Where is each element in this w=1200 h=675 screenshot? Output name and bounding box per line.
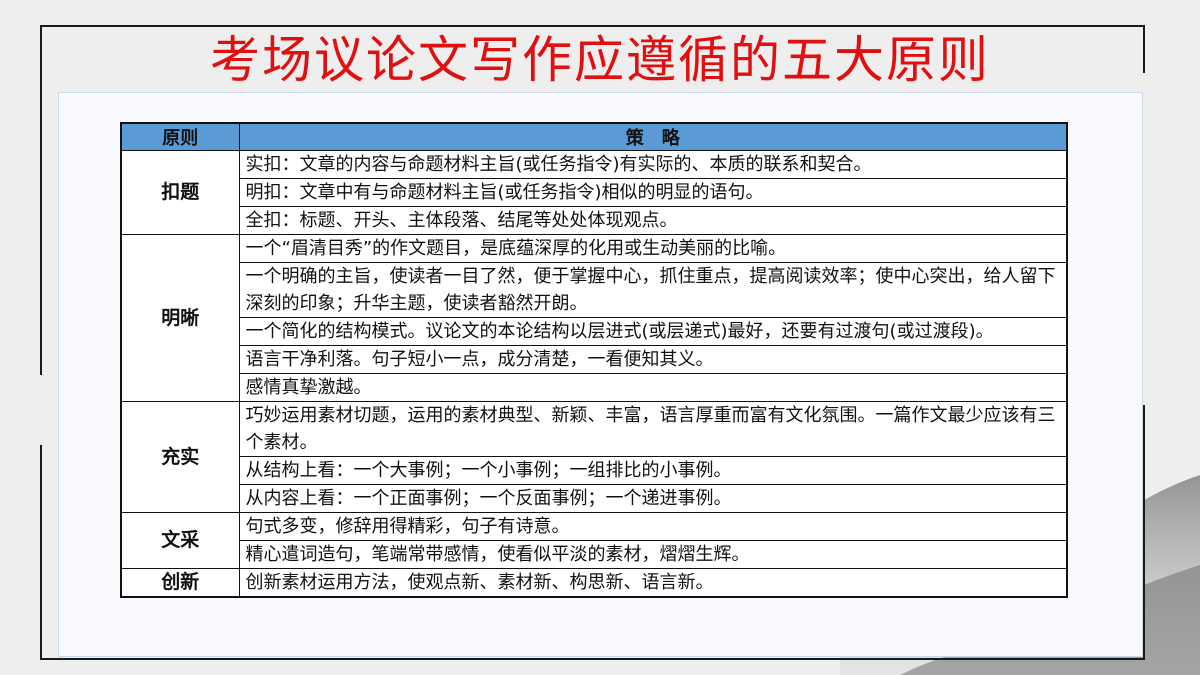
strategy-cell: 全扣：标题、开头、主体段落、结尾等处处体现观点。 [238, 206, 1068, 235]
table-row: 从结构上看：一个大事例；一个小事例；一组排比的小事例。 [121, 456, 1068, 485]
frame-right-bottom-line [1143, 405, 1145, 660]
table-row: 从内容上看：一个正面事例；一个反面事例；一个递进事例。 [121, 484, 1068, 513]
table-row: 明晰 一个“眉清目秀”的作文题目，是底蕴深厚的化用或生动美丽的比喻。 [120, 234, 1068, 402]
strategy-cell: 明扣：文章中有与命题材料主旨(或任务指令)相似的明显的语句。 [238, 178, 1068, 207]
strategy-cell: 语言干净利落。句子短小一点，成分清楚，一看便知其义。 [238, 345, 1068, 374]
strategy-cell: 实扣：文章的内容与命题材料主旨(或任务指令)有实际的、本质的联系和契合。 [238, 150, 1068, 179]
frame-top-line [40, 25, 1145, 27]
header-strategy: 策 略 [238, 122, 1068, 151]
strategy-cell: 精心遣词造句，笔端常带感情，使看似平淡的素材，熠熠生辉。 [238, 540, 1068, 569]
strategy-cell: 一个简化的结构模式。议论文的本论结构以层进式(或层递式)最好，还要有过渡句(或过… [238, 317, 1068, 346]
principles-table: 原则 策 略 扣题 实扣：文章的内容与命题材料主旨(或任务指令)有实际的、本质的… [120, 122, 1068, 598]
principle-cell: 明晰 [120, 234, 240, 402]
strategy-cell: 创新素材运用方法，使观点新、素材新、构思新、语言新。 [238, 568, 1068, 598]
frame-bottom-line [40, 658, 1145, 660]
table-row: 充实 巧妙运用素材切题，运用的素材典型、新颖、丰富，语言厚重而富有文化氛围。一篇… [120, 401, 1068, 513]
table-row: 一个简化的结构模式。议论文的本论结构以层进式(或层递式)最好，还要有过渡句(或过… [121, 317, 1068, 346]
table-row: 感情真挚激越。 [121, 373, 1068, 402]
strategy-cell: 感情真挚激越。 [238, 373, 1068, 402]
strategy-cell: 句式多变，修辞用得精彩，句子有诗意。 [238, 512, 1068, 541]
strategy-cell: 一个明确的主旨，使读者一目了然，便于掌握中心，抓住重点，提高阅读效率；使中心突出… [238, 262, 1068, 318]
strategy-cell: 从结构上看：一个大事例；一个小事例；一组排比的小事例。 [238, 456, 1068, 485]
principle-cell: 创新 [120, 568, 240, 598]
table-row: 创新 创新素材运用方法，使观点新、素材新、构思新、语言新。 [120, 568, 1068, 598]
strategy-cell: 巧妙运用素材切题，运用的素材典型、新颖、丰富，语言厚重而富有文化氛围。一篇作文最… [238, 401, 1068, 457]
table-row: 一个明确的主旨，使读者一目了然，便于掌握中心，抓住重点，提高阅读效率；使中心突出… [121, 262, 1068, 318]
table-row: 全扣：标题、开头、主体段落、结尾等处处体现观点。 [121, 206, 1068, 235]
principle-cell: 充实 [120, 401, 240, 513]
table-row: 语言干净利落。句子短小一点，成分清楚，一看便知其义。 [121, 345, 1068, 374]
table-header-row: 原则 策 略 [120, 122, 1068, 151]
strategy-cell: 从内容上看：一个正面事例；一个反面事例；一个递进事例。 [238, 484, 1068, 513]
strategy-cell: 一个“眉清目秀”的作文题目，是底蕴深厚的化用或生动美丽的比喻。 [238, 234, 1068, 263]
table-row: 扣题 实扣：文章的内容与命题材料主旨(或任务指令)有实际的、本质的联系和契合。 [120, 150, 1068, 235]
table-row: 文采 句式多变，修辞用得精彩，句子有诗意。 [120, 512, 1068, 569]
table-row: 精心遣词造句，笔端常带感情，使看似平淡的素材，熠熠生辉。 [121, 540, 1068, 569]
principle-cell: 扣题 [120, 150, 240, 235]
header-principle: 原则 [120, 122, 240, 151]
table-row: 明扣：文章中有与命题材料主旨(或任务指令)相似的明显的语句。 [121, 178, 1068, 207]
slide-title: 考场议论文写作应遵循的五大原则 [210, 31, 990, 89]
frame-left-bottom-line [40, 445, 42, 660]
principle-cell: 文采 [120, 512, 240, 569]
